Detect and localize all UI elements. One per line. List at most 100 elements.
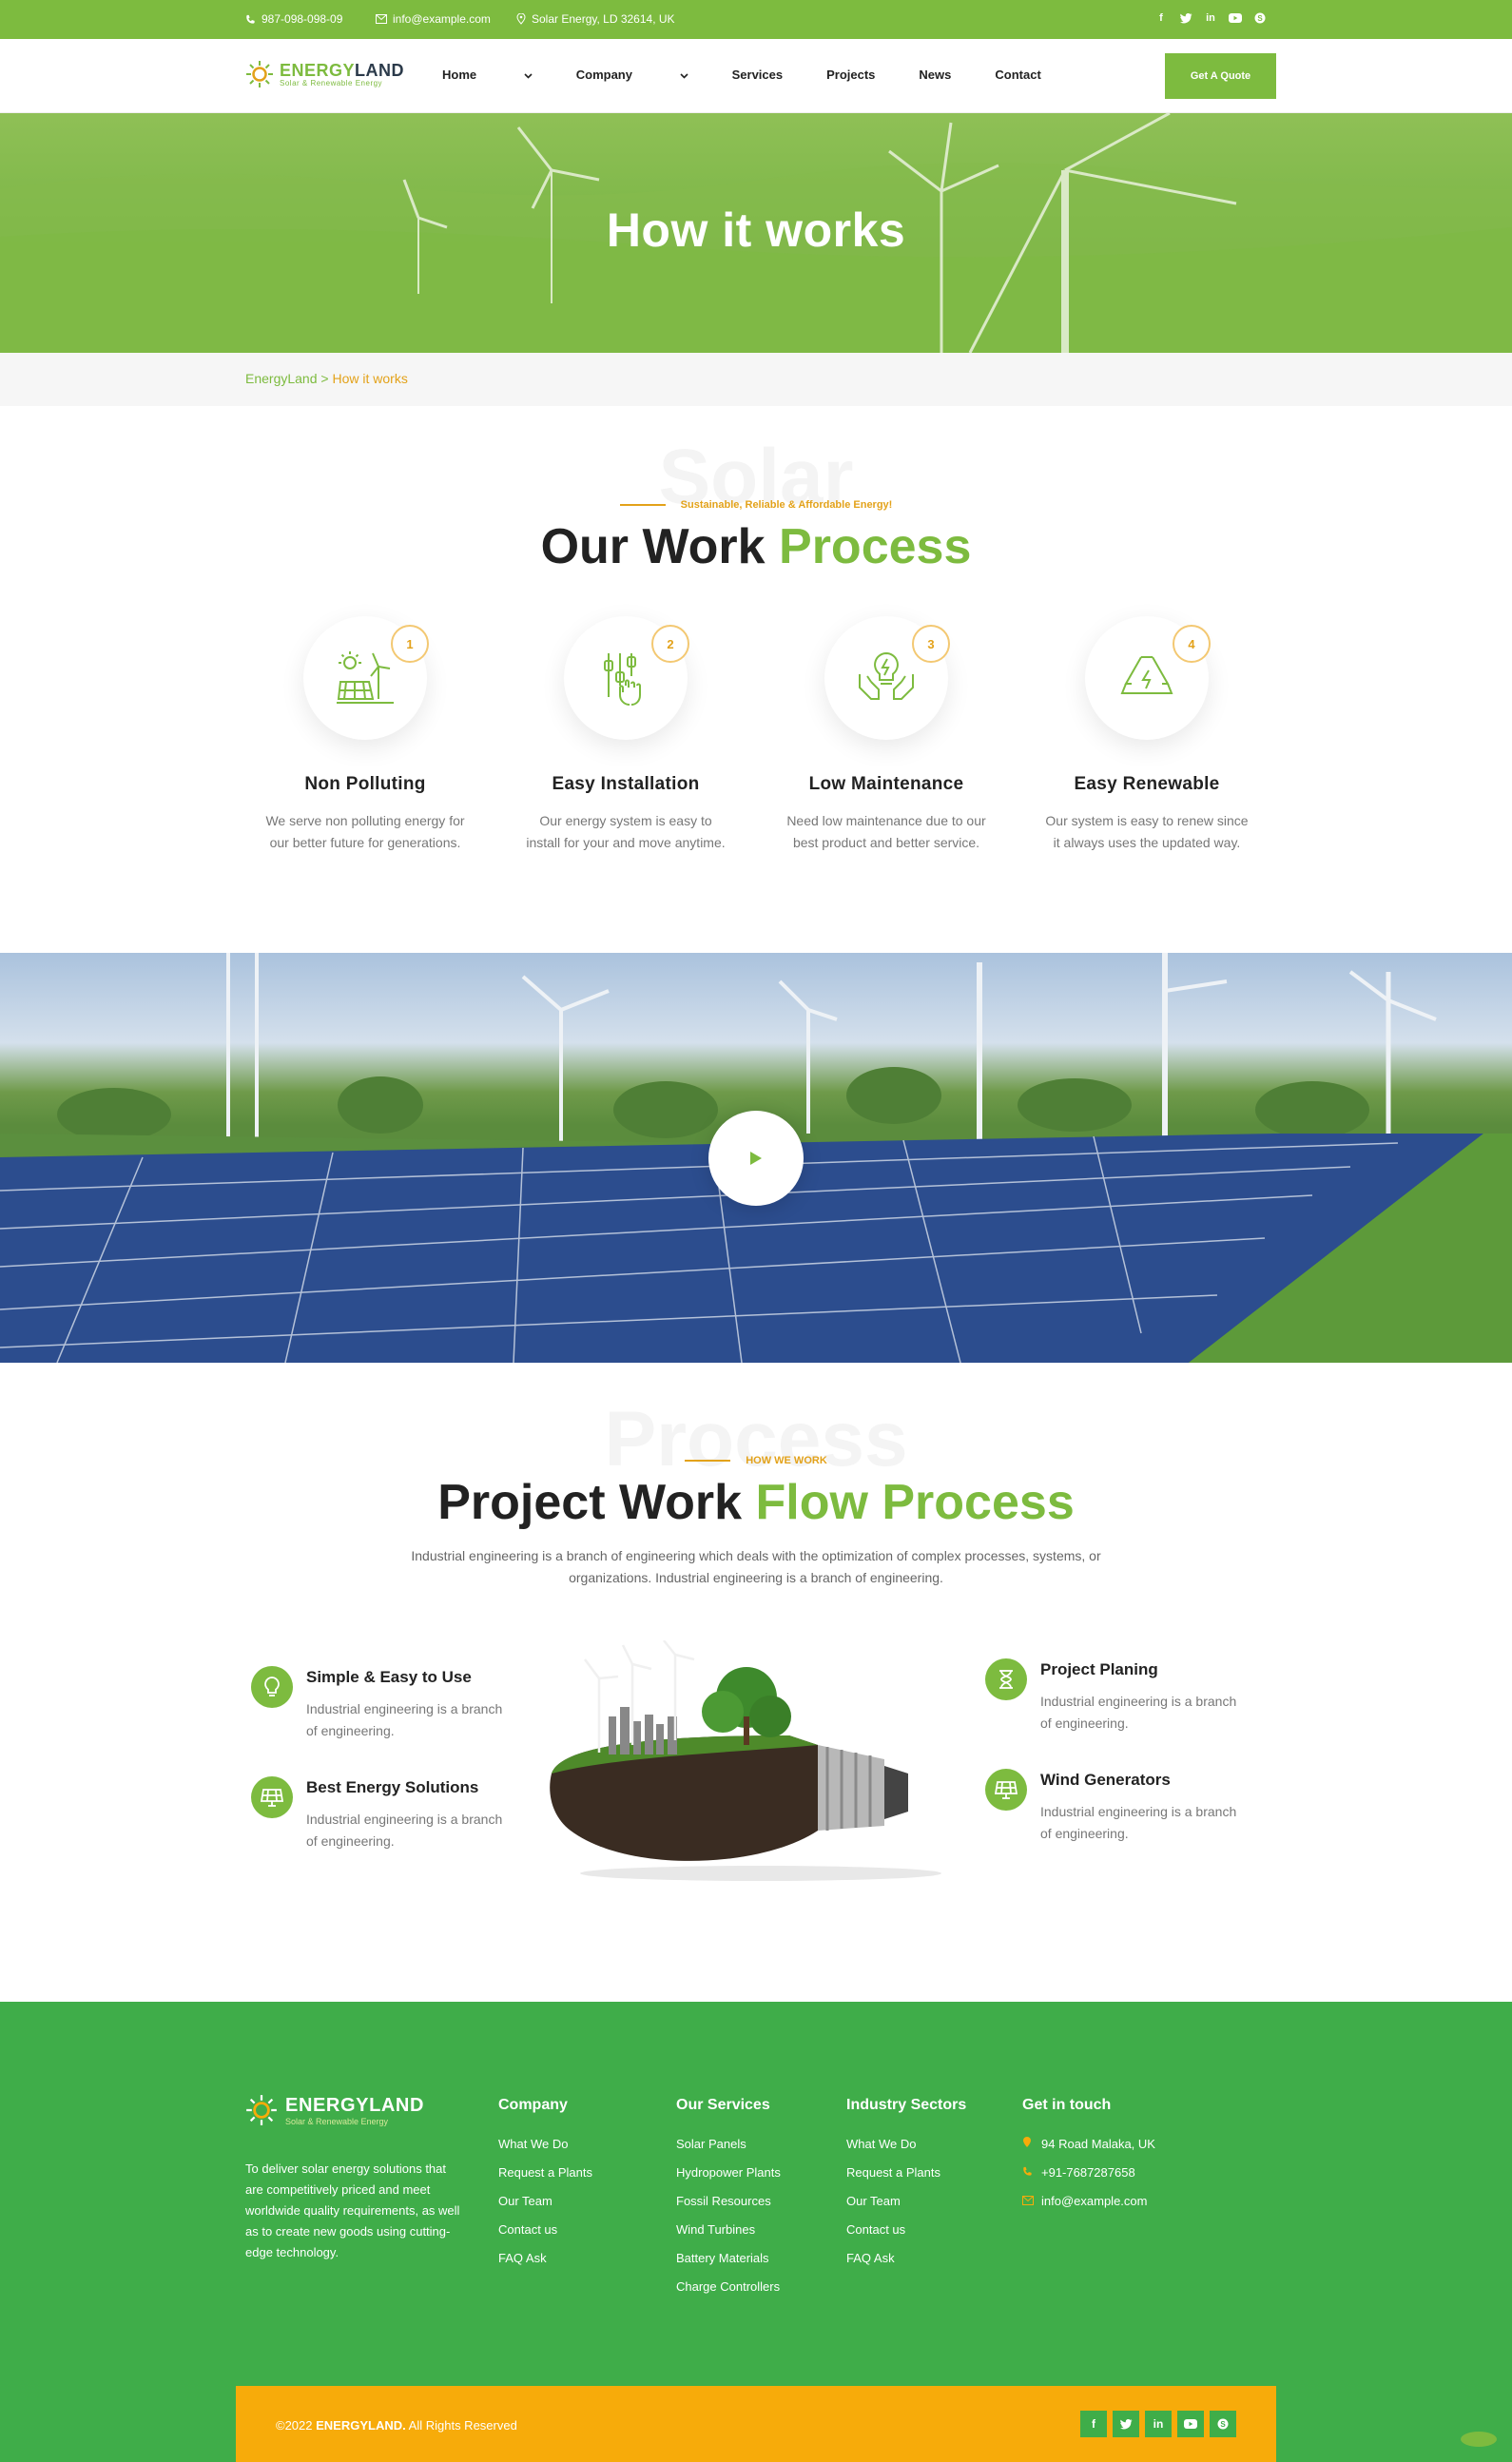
process-card-text: Need low maintenance due to our best prod… — [786, 813, 986, 850]
bulb-icon — [264, 1677, 280, 1696]
footer-link[interactable]: FAQ Ask — [846, 2251, 966, 2279]
footer-socials: f in S — [1080, 2411, 1236, 2437]
sun-logo-icon — [246, 2095, 277, 2125]
footer-column-title: Get in touch — [1022, 2097, 1112, 2113]
hourglass-icon — [999, 1670, 1013, 1689]
footer-link[interactable]: Our Team — [846, 2194, 966, 2222]
footer-column-title: Our Services — [676, 2097, 770, 2113]
topbar-phone[interactable]: 987-098-098-09 — [245, 12, 342, 26]
chat-widget-button[interactable] — [1461, 2432, 1497, 2447]
footer-link[interactable]: Fossil Resources — [676, 2194, 781, 2222]
svg-text:S: S — [1257, 14, 1263, 23]
nav-services[interactable]: Services — [732, 68, 784, 82]
twitter-icon[interactable] — [1179, 11, 1192, 25]
flow-feature-text: Industrial engineering is a branch of eng… — [306, 1701, 503, 1738]
process-card-text: Our energy system is easy to install for … — [526, 813, 726, 850]
phone-icon — [246, 14, 255, 24]
flow-feature-icon — [251, 1666, 293, 1708]
youtube-icon[interactable] — [1229, 11, 1242, 25]
nav-projects[interactable]: Projects — [826, 68, 875, 82]
nav-news[interactable]: News — [919, 68, 951, 82]
footer-link[interactable]: FAQ Ask — [498, 2251, 592, 2279]
flow-feature-title: Best Energy Solutions — [306, 1778, 479, 1796]
facebook-icon[interactable]: f — [1080, 2411, 1107, 2437]
process-eyebrow: Sustainable, Reliable & Affordable Energ… — [0, 499, 1512, 511]
footer-sectors-column: Industry Sectors What We Do Request a Pl… — [846, 2097, 966, 2279]
footer-link[interactable]: Request a Plants — [846, 2165, 966, 2194]
process-card: 1 Non Polluting We serve non polluting e… — [246, 616, 484, 854]
skype-icon[interactable]: S — [1210, 2411, 1236, 2437]
topbar-email[interactable]: info@example.com — [376, 12, 491, 26]
top-bar: 987-098-098-09 info@example.com Solar En… — [0, 0, 1512, 39]
footer-link[interactable]: Contact us — [846, 2222, 966, 2251]
footer-link[interactable]: Charge Controllers — [676, 2279, 781, 2308]
flow-feature-text: Industrial engineering is a branch of eng… — [306, 1812, 503, 1849]
linkedin-icon[interactable]: in — [1204, 11, 1217, 25]
skype-icon[interactable]: S — [1253, 11, 1267, 25]
footer-link[interactable]: Solar Panels — [676, 2137, 781, 2165]
chevron-down-icon — [680, 73, 688, 79]
main-header: ENERGYLAND Solar & Renewable Energy Home… — [0, 39, 1512, 113]
copyright-bar: ©2022 ENERGYLAND. All Rights Reserved f … — [236, 2386, 1276, 2462]
phone-icon — [1023, 2166, 1032, 2176]
section-ghost-text: Process — [604, 1396, 908, 1483]
facebook-icon[interactable]: f — [1154, 11, 1168, 25]
breadcrumb: EnergyLand > How it works — [0, 353, 1512, 406]
footer-link[interactable]: What We Do — [846, 2137, 966, 2165]
step-number-badge: 4 — [1173, 625, 1211, 663]
get-a-quote-button[interactable]: Get A Quote — [1165, 53, 1276, 99]
footer-link[interactable]: Request a Plants — [498, 2165, 592, 2194]
topbar-address: Solar Energy, LD 32614, UK — [516, 12, 675, 26]
process-card-title: Non Polluting — [304, 774, 426, 794]
sun-logo-icon — [246, 61, 273, 87]
topbar-address-text: Solar Energy, LD 32614, UK — [532, 12, 675, 26]
site-footer: ENERGYLAND Solar & Renewable Energy To d… — [0, 2002, 1512, 2462]
nav-home[interactable]: Home — [442, 68, 533, 82]
linkedin-icon[interactable]: in — [1145, 2411, 1172, 2437]
process-icon-circle: 4 — [1085, 616, 1211, 740]
process-icon-circle: 1 — [303, 616, 429, 740]
site-logo[interactable]: ENERGYLAND Solar & Renewable Energy — [245, 60, 404, 88]
process-title: Our Work Process — [540, 519, 972, 574]
footer-link[interactable]: Our Team — [498, 2194, 592, 2222]
topbar-socials: f in S — [1154, 11, 1267, 25]
twitter-icon[interactable] — [1113, 2411, 1139, 2437]
footer-phone[interactable]: +91-7687287658 — [1022, 2165, 1155, 2194]
footer-link[interactable]: Wind Turbines — [676, 2222, 781, 2251]
play-button[interactable] — [708, 1111, 804, 1206]
footer-tagline: Solar & Renewable Energy — [285, 2116, 389, 2126]
footer-email[interactable]: info@example.com — [1022, 2194, 1155, 2222]
step-number-badge: 3 — [912, 625, 950, 663]
mail-icon — [376, 14, 387, 24]
footer-link[interactable]: Battery Materials — [676, 2251, 781, 2279]
flow-intro: Industrial engineering is a branch of en… — [411, 1548, 1101, 1585]
process-card-title: Low Maintenance — [808, 774, 964, 794]
video-banner[interactable] — [0, 953, 1512, 1363]
flow-feature-title: Wind Generators — [1040, 1771, 1171, 1789]
flow-feature-title: Project Planing — [1040, 1660, 1158, 1678]
breadcrumb-separator: > — [320, 371, 329, 386]
flow-title: Project Work Flow Process — [437, 1475, 1075, 1530]
step-number-badge: 1 — [391, 625, 429, 663]
flow-feature-icon — [985, 1769, 1027, 1811]
youtube-icon[interactable] — [1177, 2411, 1204, 2437]
bulb-hands-icon — [859, 651, 914, 700]
footer-link[interactable]: Contact us — [498, 2222, 592, 2251]
footer-logo[interactable]: ENERGYLAND Solar & Renewable Energy — [245, 2094, 424, 2126]
recycle-icon — [1120, 656, 1173, 694]
footer-link[interactable]: Hydropower Plants — [676, 2165, 781, 2194]
flow-feature-icon — [985, 1658, 1027, 1700]
breadcrumb-home[interactable]: EnergyLand — [245, 371, 318, 386]
solar-windmill-icon — [337, 651, 394, 704]
svg-text:S: S — [1220, 2420, 1226, 2429]
footer-contact-column: Get in touch 94 Road Malaka, UK +91-7687… — [1022, 2097, 1155, 2222]
flow-feature-icon — [251, 1776, 293, 1818]
process-icon-circle: 2 — [564, 616, 689, 740]
breadcrumb-current: How it works — [332, 371, 408, 386]
page-title: How it works — [606, 204, 906, 257]
footer-link[interactable]: What We Do — [498, 2137, 592, 2165]
nav-contact[interactable]: Contact — [995, 68, 1040, 82]
footer-column-title: Industry Sectors — [846, 2097, 967, 2113]
nav-company[interactable]: Company — [576, 68, 688, 82]
main-nav: Home Company Services Projects News Cont… — [442, 68, 1085, 82]
